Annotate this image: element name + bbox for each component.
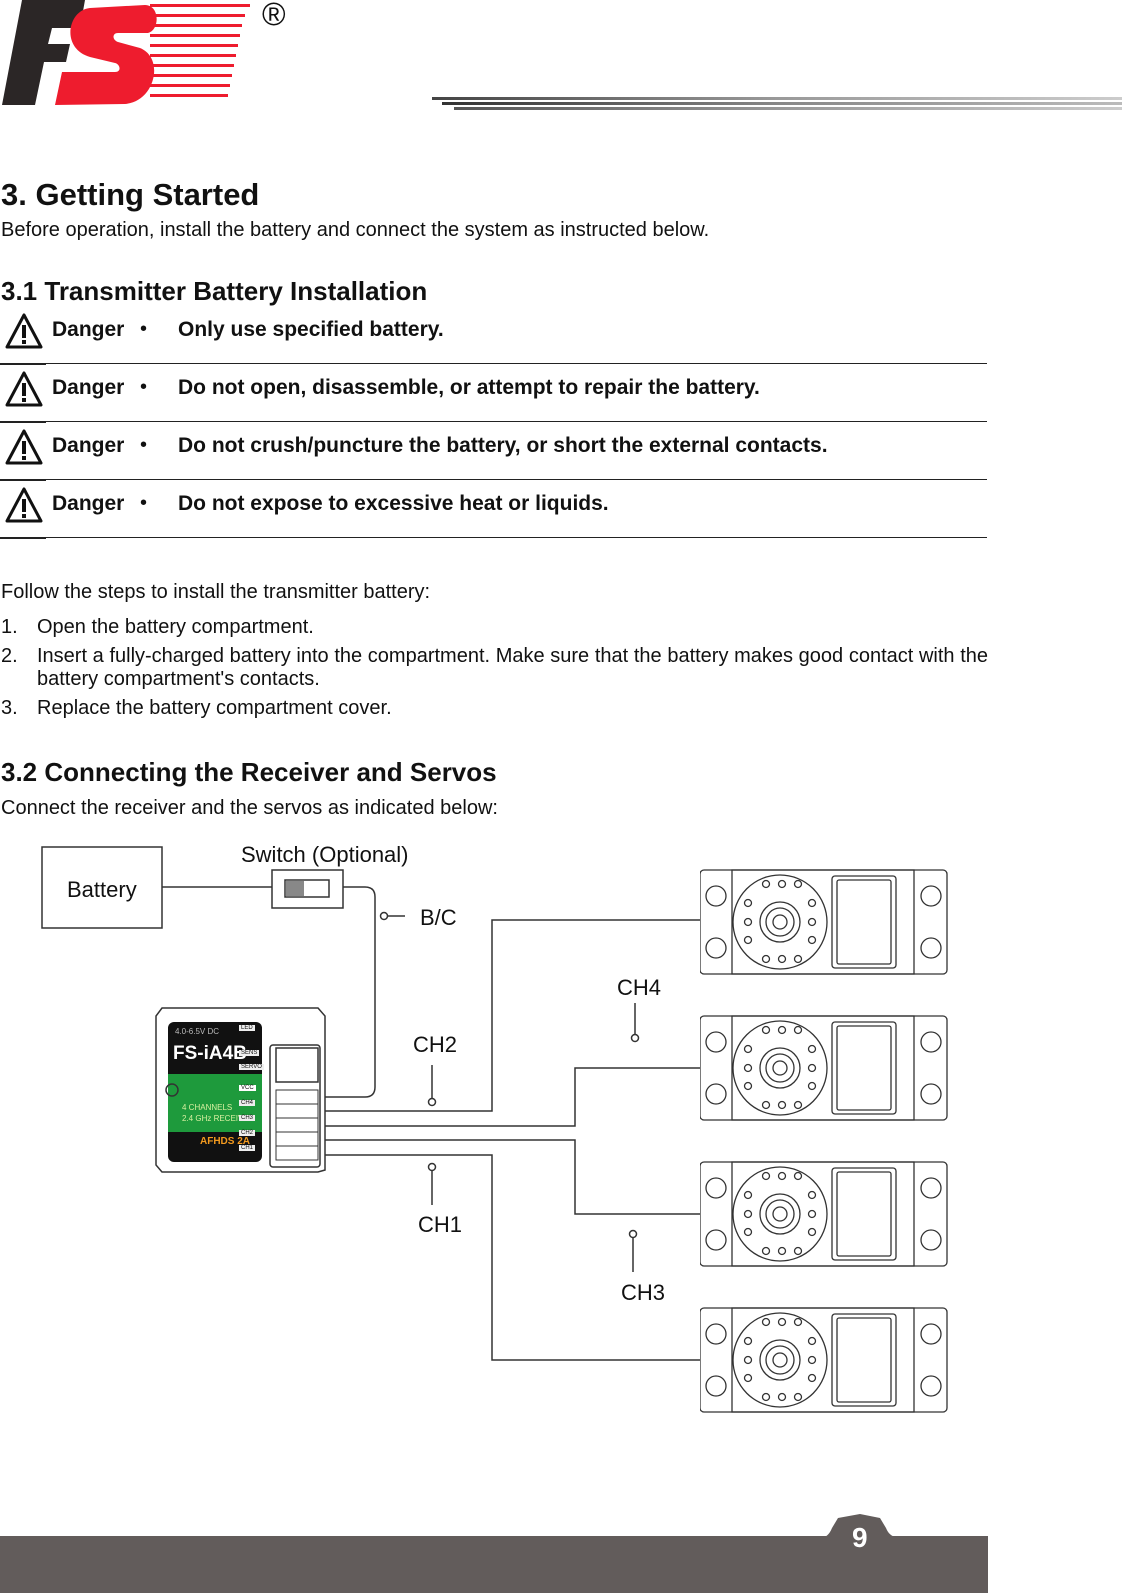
warning-icon (5, 371, 43, 407)
wire-lines (318, 919, 700, 1361)
switch-label: Switch (Optional) (241, 842, 409, 867)
receiver-port-label: SERVO (239, 1064, 264, 1070)
servo (699, 1160, 948, 1273)
footer-bar (0, 1536, 988, 1593)
warning-text: Do not crush/puncture the battery, or sh… (178, 434, 828, 457)
receiver-port-label: CH4 (239, 1100, 256, 1106)
receiver-port-label: LED (239, 1025, 255, 1031)
servo (699, 868, 948, 981)
danger-warning-row: Danger • Do not expose to excessive heat… (0, 480, 987, 539)
danger-warning-row: Danger • Do not crush/puncture the batte… (0, 422, 987, 481)
bc-label: B/C (420, 905, 457, 930)
danger-label: Danger (52, 376, 125, 399)
step-item: 1. Open the battery compartment. (1, 616, 314, 638)
receiver-port-label: CH1 (239, 1145, 256, 1151)
switch-icon (271, 869, 344, 909)
bullet: • (140, 376, 148, 398)
battery-label: Battery (67, 877, 137, 902)
warning-icon (5, 313, 43, 349)
warning-icon (5, 487, 43, 523)
danger-label: Danger (52, 434, 125, 457)
step-item: 2. Insert a fully-charged battery into th… (1, 645, 988, 690)
bullet: • (140, 492, 148, 514)
warning-icon (5, 429, 43, 465)
receiver-port-label: SENS (239, 1050, 260, 1056)
ch3-label: CH3 (621, 1280, 666, 1305)
receiver-body (155, 1007, 326, 1173)
danger-label: Danger (52, 492, 125, 515)
ch1-label: CH1 (418, 1212, 463, 1237)
receiver-model: FS-iA4B (173, 1043, 247, 1064)
section-intro: Connect the receiver and the servos as i… (1, 797, 498, 819)
bullet: • (140, 318, 148, 340)
servo (699, 1014, 948, 1127)
section-intro: Before operation, install the battery an… (1, 219, 710, 241)
subsection-title: 3.2 Connecting the Receiver and Servos (1, 757, 497, 787)
danger-warning-row: Danger • Only use specified battery. (0, 306, 987, 365)
section-title: 3. Getting Started (1, 177, 260, 212)
step-item: 3. Replace the battery compartment cover. (1, 697, 392, 719)
registered-mark: ® (262, 0, 286, 32)
warning-text: Do not open, disassemble, or attempt to … (178, 376, 760, 399)
warning-text: Only use specified battery. (178, 318, 444, 341)
warning-text: Do not expose to excessive heat or liqui… (178, 492, 609, 515)
receiver-port-label: CH3 (239, 1115, 256, 1121)
fs-logo: ® (0, 0, 300, 117)
receiver-port-label: CH2 (239, 1130, 256, 1136)
ch4-label: CH4 (617, 975, 662, 1000)
ch2-label: CH2 (413, 1032, 458, 1057)
receiver-port-label: VCC (239, 1085, 256, 1091)
header-rule (432, 97, 1122, 115)
subsection-title: 3.1 Transmitter Battery Installation (1, 276, 428, 306)
danger-warning-row: Danger • Do not open, disassemble, or at… (0, 364, 987, 423)
bullet: • (140, 434, 148, 456)
danger-label: Danger (52, 318, 125, 341)
servo (699, 1306, 948, 1419)
battery-box (41, 846, 163, 929)
steps-intro: Follow the steps to install the transmit… (1, 581, 431, 603)
divider (0, 537, 46, 539)
divider (46, 537, 987, 538)
page-number: 9 (852, 1522, 868, 1553)
